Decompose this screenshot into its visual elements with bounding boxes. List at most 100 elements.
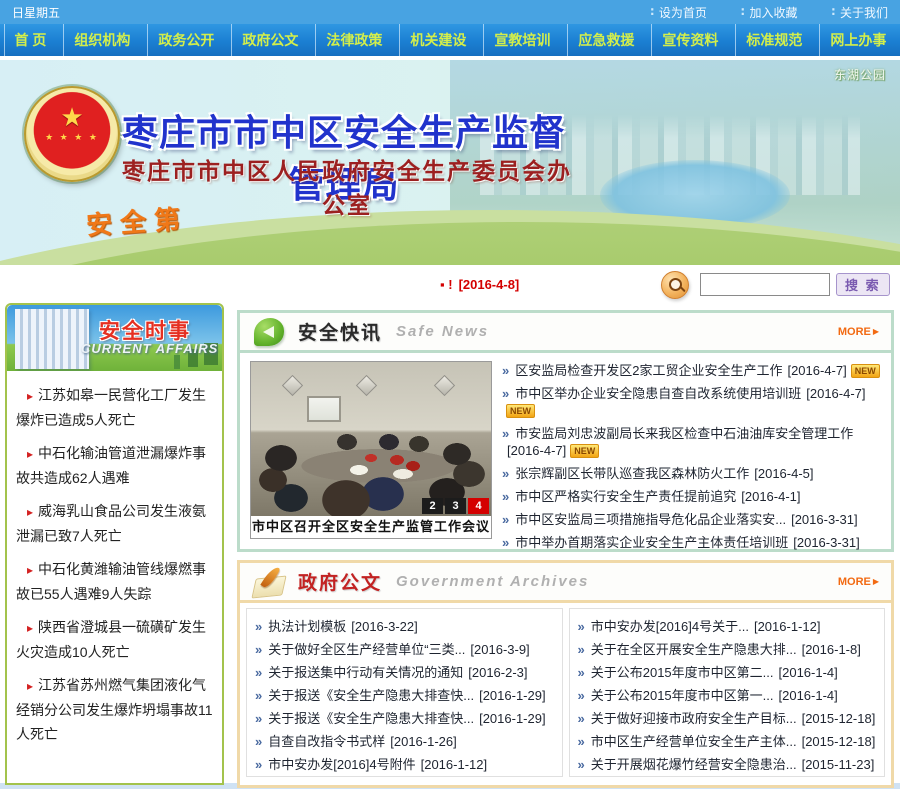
sidebar-news-item[interactable]: ▸中石化黄潍输油管线爆燃事故已55人遇难9人失踪: [16, 557, 213, 606]
nav-item[interactable]: 组织机构: [63, 24, 140, 56]
bullet-icon: »: [255, 688, 262, 703]
sidebar-news-item[interactable]: ▸陕西省澄城县一硫磺矿发生火灾造成10人死亡: [16, 615, 213, 664]
doc-item-title: 关于在全区开展安全生产隐患大排...: [591, 642, 797, 657]
news-item-date: [2016-4-7]: [806, 386, 865, 401]
pagination-button[interactable]: 3: [445, 498, 466, 514]
search-button[interactable]: 搜 索: [836, 273, 890, 296]
bullet-icon: »: [578, 757, 585, 772]
doc-item[interactable]: »关于报送《安全生产隐患大排查快...[2016-1-29]: [255, 707, 554, 730]
news-item[interactable]: »区安监局检查开发区2家工贸企业安全生产工作[2016-4-7]NEW: [502, 359, 890, 382]
announcement-ticker[interactable]: ▪ ! [2016-4-8]: [440, 277, 519, 292]
sidebar-news-item[interactable]: ▸中石化输油管道泄漏爆炸事故共造成62人遇难: [16, 441, 213, 490]
more-arrow-icon: ▶: [873, 577, 879, 586]
bullet-icon: »: [578, 642, 585, 657]
doc-item[interactable]: »关于公布2015年度市中区第二...[2016-1-4]: [578, 661, 877, 684]
doc-item-title: 市中安办发[2016]4号关于...: [591, 619, 749, 634]
nav-item[interactable]: 宣传资料: [651, 24, 728, 56]
more-arrow-icon: ▶: [873, 327, 879, 336]
ceiling-light-icon: [434, 375, 455, 396]
doc-item-date: [2016-1-26]: [390, 734, 457, 749]
bullet-icon: »: [502, 363, 509, 378]
doc-item[interactable]: »市中安办发[2016]4号附件[2016-1-12]: [255, 753, 554, 776]
sidebar-news-item[interactable]: ▸江苏省苏州燃气集团液化气经销分公司发生爆炸坍塌事故11人死亡: [16, 673, 213, 747]
link-bullet-icon: ∶: [741, 5, 745, 19]
ticker-marker-icon: ▪ !: [440, 277, 453, 292]
doc-item[interactable]: »关于做好迎接市政府安全生产目标...[2015-12-18]: [578, 707, 877, 730]
doc-item[interactable]: »关于做好全区生产经营单位“三类...[2016-3-9]: [255, 638, 554, 661]
doc-item[interactable]: » 自查自改指令书式样 [2016-1-26]: [255, 730, 554, 753]
news-item[interactable]: »市中举办首期落实企业安全生产主体责任培训班[2016-3-31]: [502, 531, 890, 554]
nav-item[interactable]: 机关建设: [399, 24, 476, 56]
bullet-icon: ▸: [27, 505, 33, 519]
doc-item-date: [2016-1-12]: [754, 619, 821, 634]
nav-item[interactable]: 标准规范: [735, 24, 812, 56]
doc-item[interactable]: »执法计划模板[2016-3-22]: [255, 615, 554, 638]
doc-item-title: 执法计划模板: [268, 619, 346, 634]
sidebar-news-text: 江苏如皋一民营化工厂发生爆炸已造成5人死亡: [16, 387, 206, 428]
quill-pen-icon: [252, 565, 288, 599]
nav-item[interactable]: 政务公开: [147, 24, 224, 56]
doc-item-title: 市中区生产经营单位安全生产主体...: [591, 734, 797, 749]
nav-item[interactable]: 宣教培训: [483, 24, 560, 56]
news-item-date: [2016-4-7]: [507, 443, 566, 458]
sidebar-header: 安全时事 CURRENT AFFAIRS: [7, 305, 222, 371]
doc-item-date: [2015-12-18]: [802, 711, 876, 726]
news-item[interactable]: »市中区严格实行安全生产责任提前追究[2016-4-1]: [502, 485, 890, 508]
pagination-button[interactable]: 2: [422, 498, 443, 514]
nav-item[interactable]: 政府公文: [231, 24, 308, 56]
gov-docs-right-column: » 市中安办发[2016]4号关于... [2016-1-12] » 关于在全区开展安…: [569, 608, 886, 777]
doc-item[interactable]: »关于公布2015年度市中区第一...[2016-1-4]: [578, 684, 877, 707]
bullet-icon: ▸: [27, 389, 33, 403]
news-photo[interactable]: 2 3 4 市中区召开全区安全生产监管工作会议: [250, 361, 492, 539]
sidebar-news-item[interactable]: ▸江苏如皋一民营化工厂发生爆炸已造成5人死亡: [16, 383, 213, 432]
top-link[interactable]: ∶ 加入收藏: [741, 4, 798, 21]
gov-docs-subtitle-en: Government Archives: [396, 573, 838, 590]
sidebar-news-item[interactable]: ▸威海乳山食品公司发生液氨泄漏已致7人死亡: [16, 499, 213, 548]
photo-caption: 市中区召开全区安全生产监管工作会议: [251, 516, 491, 538]
nav-item[interactable]: 网上办事: [819, 24, 896, 56]
new-badge: NEW: [851, 364, 880, 378]
news-item[interactable]: »市安监局刘忠波副局长来我区检查中石油油库安全管理工作[2016-4-7]NEW: [502, 422, 890, 462]
doc-item-title: 自查自改指令书式样: [268, 734, 385, 749]
doc-item[interactable]: » 市中安办发[2016]4号关于... [2016-1-12]: [578, 615, 877, 638]
search-input[interactable]: [700, 273, 830, 296]
gov-docs-body: »执法计划模板[2016-3-22] »关于做好全区生产经营单位“三类...[2…: [240, 603, 891, 782]
bullet-icon: »: [502, 466, 509, 481]
news-item[interactable]: »张宗辉副区长带队巡查我区森林防火工作[2016-4-5]: [502, 462, 890, 485]
doc-item[interactable]: »关于在全区开展安全生产隐患大排...[2016-1-8]: [578, 638, 877, 661]
bullet-icon: »: [255, 734, 262, 749]
ticker-search-strip: ▪ ! [2016-4-8] 搜 索: [0, 265, 900, 305]
safety-slogan: 安全第: [85, 198, 189, 242]
doc-item-date: [2015-12-18]: [802, 734, 876, 749]
main-nav: 首 页 组织机构 政务公开 政府公文 法律政策 机关建设 宣教培训 应急救援 宣…: [0, 24, 900, 58]
pagination-button[interactable]: 4: [468, 498, 489, 514]
doc-item[interactable]: »关于报送《安全生产隐患大排查快...[2016-1-29]: [255, 684, 554, 707]
nav-item[interactable]: 法律政策: [315, 24, 392, 56]
doc-item[interactable]: »关于开展烟花爆竹经营安全隐患治...[2015-11-23]: [578, 753, 877, 776]
news-item[interactable]: »市中区安监局三项措施指导危化品企业落实安...[2016-3-31]: [502, 508, 890, 531]
safe-news-body: 2 3 4 市中区召开全区安全生产监管工作会议 »区安监局检查开发区2家工贸企业…: [240, 353, 891, 546]
news-item-date: [2016-3-31]: [791, 512, 858, 527]
sidebar-news-list: ▸江苏如皋一民营化工厂发生爆炸已造成5人死亡 ▸中石化输油管道泄漏爆炸事故共造成…: [7, 371, 222, 762]
photo-pagination: 2 3 4: [422, 498, 489, 514]
nav-item[interactable]: 应急救援: [567, 24, 644, 56]
safe-news-subtitle-en: Safe News: [396, 323, 838, 340]
gov-docs-more-link[interactable]: MORE ▶: [838, 576, 879, 588]
news-item-date: [2016-4-7]: [787, 363, 846, 378]
news-item[interactable]: »市中区举办企业安全隐患自查自改系统使用培训班[2016-4-7]NEW: [502, 382, 890, 422]
safe-news-more-link[interactable]: MORE ▶: [838, 326, 879, 338]
bullet-icon: »: [502, 386, 509, 401]
sidebar-subtitle: CURRENT AFFAIRS: [81, 341, 218, 356]
sidebar-news-text: 威海乳山食品公司发生液氨泄漏已致7人死亡: [16, 503, 206, 544]
search-icon: [661, 271, 689, 299]
doc-item-title: 关于报送集中行动有关情况的通知: [268, 665, 463, 680]
ceiling-light-icon: [356, 375, 377, 396]
bullet-icon: ▸: [27, 621, 33, 635]
bullet-icon: »: [578, 619, 585, 634]
nav-item[interactable]: 首 页: [4, 24, 57, 56]
top-link[interactable]: ∶ 关于我们: [831, 4, 888, 21]
doc-item[interactable]: »市中区生产经营单位安全生产主体...[2015-12-18]: [578, 730, 877, 753]
doc-item-date: [2016-1-29]: [479, 688, 546, 703]
top-link[interactable]: ∶ 设为首页: [650, 4, 707, 21]
doc-item[interactable]: »关于报送集中行动有关情况的通知[2016-2-3]: [255, 661, 554, 684]
